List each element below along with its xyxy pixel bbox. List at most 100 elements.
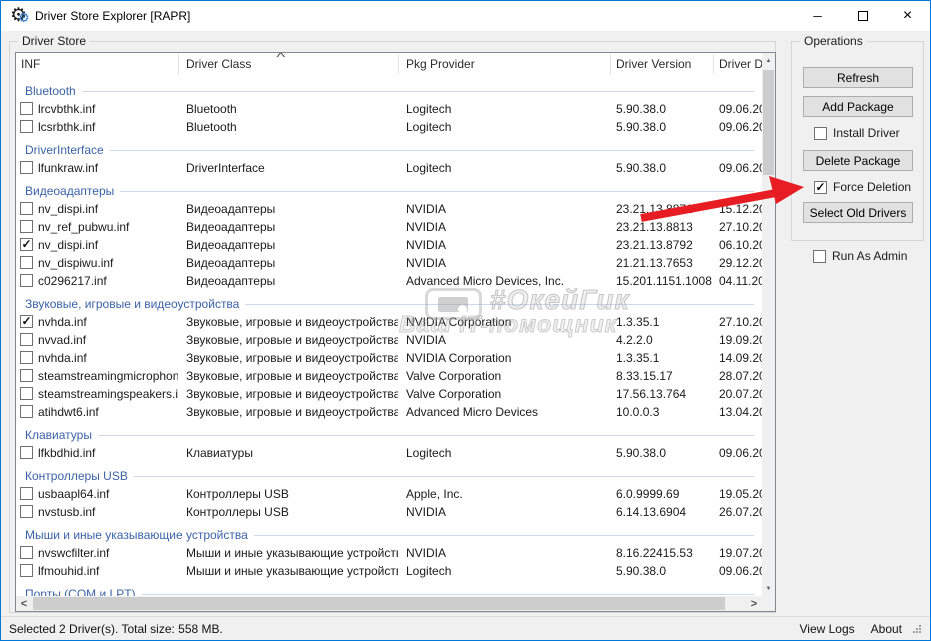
cell-driver-date: 29.12.20 [719, 256, 762, 270]
driver-row[interactable]: atihdwt6.infЗвуковые, игровые и видеоуст… [16, 403, 762, 421]
group-header-line [245, 304, 754, 305]
driver-row[interactable]: nv_ref_pubwu.infВидеоадаптерыNVIDIA23.21… [16, 218, 762, 236]
close-button[interactable]: × [885, 1, 930, 31]
column-header-driver-version[interactable]: Driver Version [616, 57, 711, 71]
cell-driver-class: Bluetooth [186, 102, 398, 116]
driver-row[interactable]: usbaapl64.infКонтроллеры USBApple, Inc.6… [16, 485, 762, 503]
scroll-left-icon[interactable]: < [16, 596, 32, 611]
cell-driver-date: 19.09.20 [719, 333, 762, 347]
cell-pkg-provider: NVIDIA [406, 202, 608, 216]
cell-driver-class: DriverInterface [186, 161, 398, 175]
driver-row[interactable]: nv_dispiwu.infВидеоадаптерыNVIDIA21.21.1… [16, 254, 762, 272]
driver-row[interactable]: nv_dispi.infВидеоадаптерыNVIDIA23.21.13.… [16, 200, 762, 218]
list-header: INF Driver Class Pkg Provider Driver Ver… [16, 53, 762, 75]
vertical-scrollbar-thumb[interactable] [763, 70, 774, 175]
group-header: Порты (COM и LPT) [16, 584, 762, 596]
cell-inf: nvstusb.inf [38, 505, 178, 519]
group-header-line [254, 535, 754, 536]
install-driver-label: Install Driver [833, 126, 900, 140]
horizontal-scrollbar-thumb[interactable] [33, 597, 725, 610]
cell-inf: nvvad.inf [38, 333, 178, 347]
vertical-scrollbar[interactable]: ▲ ▼ [762, 53, 775, 596]
row-checkbox[interactable] [20, 564, 33, 577]
cell-driver-class: Звуковые, игровые и видеоустройства [186, 387, 398, 401]
driver-row[interactable]: steamstreamingspeakers.infЗвуковые, игро… [16, 385, 762, 403]
cell-pkg-provider: Logitech [406, 102, 608, 116]
cell-inf: steamstreamingmicrophone.inf [38, 369, 178, 383]
driver-row[interactable]: nvhda.infЗвуковые, игровые и видеоустрой… [16, 349, 762, 367]
delete-package-button[interactable]: Delete Package [803, 150, 913, 171]
cell-driver-date: 26.07.20 [719, 505, 762, 519]
scroll-right-icon[interactable]: > [746, 596, 762, 611]
view-logs-link[interactable]: View Logs [799, 622, 854, 636]
cell-pkg-provider: Logitech [406, 120, 608, 134]
driver-store-label: Driver Store [18, 34, 90, 48]
driver-row[interactable]: nvswcfilter.infМыши и иные указывающие у… [16, 544, 762, 562]
group-header: Bluetooth [16, 81, 762, 100]
row-checkbox[interactable] [20, 405, 33, 418]
row-checkbox[interactable] [20, 387, 33, 400]
driver-row[interactable]: lrcvbthk.infBluetoothLogitech5.90.38.009… [16, 100, 762, 118]
row-checkbox[interactable] [20, 333, 33, 346]
row-checkbox[interactable] [20, 161, 33, 174]
minimize-button[interactable]: ─ [795, 1, 840, 31]
cell-driver-class: Звуковые, игровые и видеоустройства [186, 351, 398, 365]
about-link[interactable]: About [871, 622, 902, 636]
driver-row[interactable]: ✓nv_dispi.infВидеоадаптерыNVIDIA23.21.13… [16, 236, 762, 254]
driver-row[interactable]: nvstusb.infКонтроллеры USBNVIDIA6.14.13.… [16, 503, 762, 521]
driver-row[interactable]: ✓nvhda.infЗвуковые, игровые и видеоустро… [16, 313, 762, 331]
row-checkbox[interactable] [20, 369, 33, 382]
row-checkbox[interactable] [20, 202, 33, 215]
cell-pkg-provider: Advanced Micro Devices [406, 405, 608, 419]
row-checkbox[interactable] [20, 446, 33, 459]
row-checkbox[interactable] [20, 351, 33, 364]
row-checkbox[interactable] [20, 256, 33, 269]
column-header-driver-class[interactable]: Driver Class [186, 57, 386, 71]
group-header-line [82, 91, 754, 92]
row-checkbox[interactable]: ✓ [20, 238, 33, 251]
run-as-admin-checkbox[interactable] [813, 250, 826, 263]
add-package-button[interactable]: Add Package [803, 96, 913, 117]
force-deletion-checkbox[interactable]: ✓ [814, 181, 827, 194]
driver-row[interactable]: lcsrbthk.infBluetoothLogitech5.90.38.009… [16, 118, 762, 136]
cell-driver-version: 23.21.13.8813 [616, 220, 714, 234]
refresh-button[interactable]: Refresh [803, 67, 913, 88]
row-checkbox[interactable] [20, 220, 33, 233]
cell-driver-date: 09.06.20 [719, 120, 762, 134]
driver-row[interactable]: lfunkraw.infDriverInterfaceLogitech5.90.… [16, 159, 762, 177]
column-header-driver-date[interactable]: Driver Da [719, 57, 763, 71]
select-old-drivers-button[interactable]: Select Old Drivers [803, 202, 913, 223]
row-checkbox[interactable]: ✓ [20, 315, 33, 328]
scroll-up-icon[interactable]: ▲ [762, 53, 775, 68]
app-gear-icon: ⚙ ⚙ [10, 5, 32, 27]
row-checkbox[interactable] [20, 102, 33, 115]
maximize-button[interactable] [840, 1, 885, 31]
driver-row[interactable]: lfkbdhid.infКлавиатурыLogitech5.90.38.00… [16, 444, 762, 462]
driver-row[interactable]: lfmouhid.infМыши и иные указывающие устр… [16, 562, 762, 580]
row-checkbox[interactable] [20, 546, 33, 559]
row-checkbox[interactable] [20, 487, 33, 500]
cell-pkg-provider: NVIDIA [406, 238, 608, 252]
driver-group: DriverInterfacelfunkraw.infDriverInterfa… [16, 140, 762, 177]
driver-row[interactable]: steamstreamingmicrophone.inf Звуковые, иг… [16, 367, 762, 385]
driver-row[interactable]: c0296217.infВидеоадаптерыAdvanced Micro … [16, 272, 762, 290]
scroll-down-icon[interactable]: ▼ [762, 581, 775, 596]
cell-driver-date: 13.04.20 [719, 405, 762, 419]
cell-driver-version: 23.21.13.8792 [616, 238, 714, 252]
row-checkbox[interactable] [20, 274, 33, 287]
horizontal-scrollbar[interactable]: < > [16, 596, 762, 611]
cell-driver-class: Звуковые, игровые и видеоустройства [186, 369, 398, 383]
driver-row[interactable]: nvvad.infЗвуковые, игровые и видеоустрой… [16, 331, 762, 349]
group-header-label: Контроллеры USB [25, 469, 134, 483]
cell-inf: nv_dispiwu.inf [38, 256, 178, 270]
row-checkbox[interactable] [20, 505, 33, 518]
install-driver-checkbox[interactable] [814, 127, 827, 140]
column-header-pkg-provider[interactable]: Pkg Provider [406, 57, 601, 71]
column-header-inf[interactable]: INF [21, 57, 171, 71]
title-bar: ⚙ ⚙ Driver Store Explorer [RAPR] ─ × [1, 1, 930, 31]
resize-grip-icon[interactable] [912, 624, 922, 634]
cell-driver-class: Видеоадаптеры [186, 220, 398, 234]
cell-driver-class: Звуковые, игровые и видеоустройства [186, 405, 398, 419]
run-as-admin-label: Run As Admin [832, 249, 907, 263]
row-checkbox[interactable] [20, 120, 33, 133]
